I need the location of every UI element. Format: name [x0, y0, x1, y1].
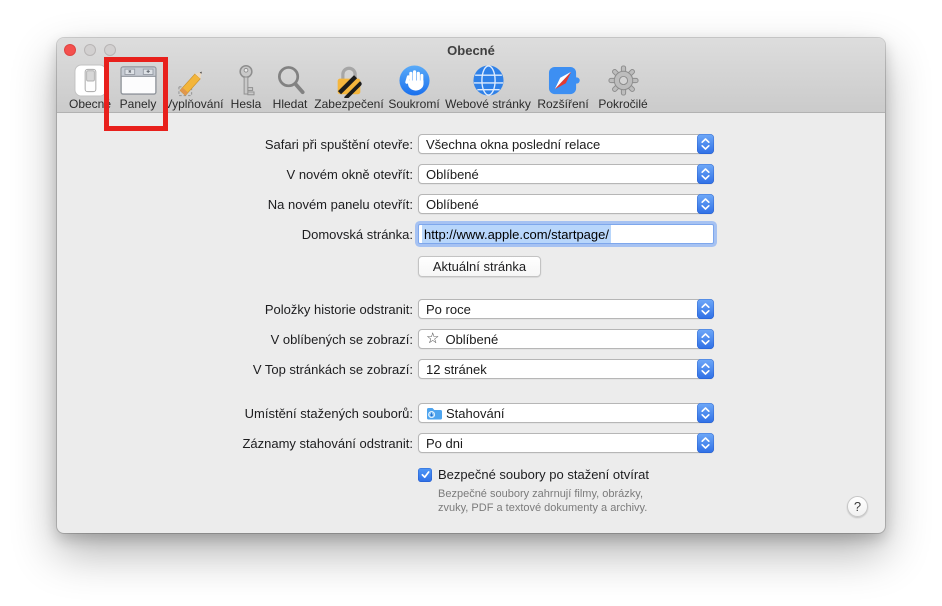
set-to-current-page-button[interactable]: Aktuální stránka: [418, 255, 541, 277]
toolbar-item-label: Vyplňování: [164, 97, 224, 111]
search-icon: [275, 63, 306, 98]
startup-select[interactable]: Všechna okna poslední relace: [418, 134, 714, 154]
toolbar-item-advanced[interactable]: Pokročilé: [593, 63, 653, 111]
row-download-location: Umístění stažených souborů: Stahování: [57, 403, 714, 423]
field-label: V Top stránkách se zobrazí:: [252, 361, 413, 377]
toolbar-item-label: Soukromí: [388, 97, 440, 111]
popup-stepper-icon: [697, 299, 714, 319]
top-sites-select[interactable]: 12 stránek: [418, 359, 714, 379]
field-label: V novém okně otevřít:: [286, 166, 413, 182]
popup-stepper-icon: [697, 164, 714, 184]
row-new-window: V novém okně otevřít: Oblíbené: [57, 164, 714, 184]
row-homepage: Domovská stránka: http://www.apple.com/s…: [57, 224, 714, 244]
safe-files-checkbox-row[interactable]: Bezpečné soubory po stažení otvírat: [418, 467, 649, 482]
row-history: Položky historie odstranit: Po roce: [57, 299, 714, 319]
row-top-sites: V Top stránkách se zobrazí: 12 stránek: [57, 359, 714, 379]
toolbar-item-label: Hledat: [272, 97, 308, 111]
popup-stepper-icon: [697, 359, 714, 379]
safe-files-note: Bezpečné soubory zahrnují filmy, obrázky…: [438, 488, 648, 514]
checkbox-label: Bezpečné soubory po stažení otvírat: [438, 467, 650, 482]
titlebar[interactable]: Obecné: [57, 38, 885, 62]
field-label: Na novém panelu otevřít:: [267, 196, 413, 212]
globe-icon: [472, 63, 505, 98]
toolbar-item-label: Panely: [119, 97, 157, 111]
download-location-select[interactable]: Stahování: [418, 403, 714, 423]
field-label: Safari při spuštění otevře:: [264, 136, 413, 152]
star-icon: ☆: [426, 330, 440, 347]
new-window-select[interactable]: Oblíbené: [418, 164, 714, 184]
popup-stepper-icon: [697, 403, 714, 423]
field-label: Záznamy stahování odstranit:: [242, 435, 413, 451]
field-label: V oblíbených se zobrazí:: [270, 331, 413, 347]
history-remove-select[interactable]: Po roce: [418, 299, 714, 319]
field-label: Domovská stránka:: [301, 226, 413, 242]
preferences-content: Safari při spuštění otevře: Všechna okna…: [57, 113, 885, 533]
toolbar-item-label: Pokročilé: [598, 97, 648, 111]
popup-stepper-icon: [697, 194, 714, 214]
toolbar-item-privacy[interactable]: Soukromí: [385, 63, 443, 111]
tabs-window-icon: [119, 63, 157, 98]
field-label: Umístění stažených souborů:: [244, 405, 413, 421]
toolbar-item-tabs[interactable]: Panely: [113, 63, 163, 111]
toolbar-item-label: Webové stránky: [445, 97, 531, 111]
general-switch-icon: [73, 63, 107, 98]
toolbar-item-label: Rozšíření: [537, 97, 589, 111]
checkbox-checked-icon[interactable]: [418, 467, 432, 482]
toolbar-item-label: Obecné: [68, 97, 112, 111]
row-new-tab: Na novém panelu otevřít: Oblíbené: [57, 194, 714, 214]
toolbar-item-label: Zabezpečení: [314, 97, 384, 111]
row-favorites-show: V oblíbených se zobrazí: ☆ Oblíbené: [57, 329, 714, 349]
toolbar-item-label: Hesla: [230, 97, 262, 111]
downloads-folder-icon: [426, 407, 442, 420]
pencil-icon: [176, 63, 212, 98]
safari-preferences-window: Obecné Obecné Panely Vyplňování Hesla Hl…: [57, 38, 885, 533]
selected-text: http://www.apple.com/startpage/: [422, 225, 611, 243]
key-icon: [235, 63, 257, 98]
hazard-lock-icon: [333, 63, 365, 98]
download-list-select[interactable]: Po dni: [418, 433, 714, 453]
preferences-toolbar: Obecné Panely Vyplňování Hesla Hledat Za…: [57, 62, 885, 113]
toolbar-item-general[interactable]: Obecné: [67, 63, 113, 111]
homepage-input[interactable]: http://www.apple.com/startpage/: [418, 224, 714, 244]
window-chrome: Obecné Obecné Panely Vyplňování Hesla Hl…: [57, 38, 885, 113]
gear-icon: [607, 63, 640, 98]
window-title: Obecné: [447, 43, 495, 58]
toolbar-item-security[interactable]: Zabezpečení: [313, 63, 385, 111]
new-tab-select[interactable]: Oblíbené: [418, 194, 714, 214]
help-button[interactable]: ?: [847, 496, 868, 517]
field-label: Položky historie odstranit:: [264, 301, 413, 317]
puzzle-compass-icon: [547, 63, 580, 98]
row-current-page: Aktuální stránka: [57, 255, 541, 277]
toolbar-item-passwords[interactable]: Hesla: [225, 63, 267, 111]
row-startup: Safari při spuštění otevře: Všechna okna…: [57, 134, 714, 154]
toolbar-item-websites[interactable]: Webové stránky: [443, 63, 533, 111]
toolbar-item-extensions[interactable]: Rozšíření: [533, 63, 593, 111]
favorites-show-select[interactable]: ☆ Oblíbené: [418, 329, 714, 349]
row-download-list: Záznamy stahování odstranit: Po dni: [57, 433, 714, 453]
toolbar-item-search[interactable]: Hledat: [267, 63, 313, 111]
popup-stepper-icon: [697, 329, 714, 349]
hand-circle-icon: [398, 63, 431, 98]
popup-stepper-icon: [697, 134, 714, 154]
popup-stepper-icon: [697, 433, 714, 453]
toolbar-item-autofill[interactable]: Vyplňování: [163, 63, 225, 111]
